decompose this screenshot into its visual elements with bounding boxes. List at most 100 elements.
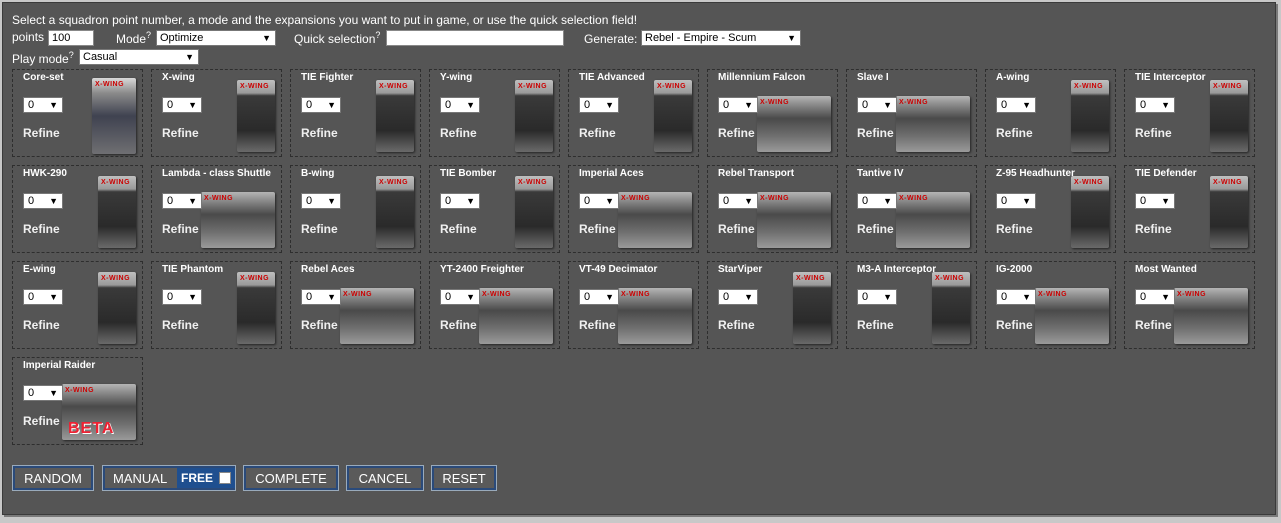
- expansion-quantity-select[interactable]: 0 ▼: [1135, 97, 1175, 113]
- expansion-title: E-wing: [23, 264, 56, 275]
- refine-link[interactable]: Refine: [301, 222, 338, 236]
- refine-link[interactable]: Refine: [23, 126, 60, 140]
- expansion-quantity-select[interactable]: 0 ▼: [301, 289, 341, 305]
- generate-select[interactable]: Rebel - Empire - Scum ▼: [641, 30, 801, 46]
- xwing-logo: X-WING: [621, 291, 651, 298]
- expansion-quantity-select[interactable]: 0 ▼: [23, 193, 63, 209]
- expansion-quantity-select[interactable]: 0 ▼: [579, 193, 619, 209]
- expansion-quantity-select[interactable]: 0 ▼: [301, 193, 341, 209]
- expansion-quantity-select[interactable]: 0 ▼: [301, 97, 341, 113]
- expansion-box-image: X-WING: [1174, 288, 1248, 344]
- expansion-quantity-select[interactable]: 0 ▼: [440, 289, 480, 305]
- chevron-down-icon: ▼: [188, 100, 197, 110]
- expansion-quantity-select[interactable]: 0 ▼: [857, 289, 897, 305]
- refine-link[interactable]: Refine: [301, 318, 338, 332]
- xwing-logo: X-WING: [1177, 291, 1207, 298]
- expansion-quantity-select[interactable]: 0 ▼: [718, 97, 758, 113]
- expansion-card: Tantive IV 0 ▼ Refine X-WING: [846, 165, 977, 253]
- expansion-title: YT-2400 Freighter: [440, 264, 524, 275]
- expansion-quantity-select[interactable]: 0 ▼: [718, 193, 758, 209]
- expansion-card: Lambda - class Shuttle 0 ▼ Refine X-WING: [151, 165, 282, 253]
- expansion-quantity-select[interactable]: 0 ▼: [996, 97, 1036, 113]
- expansion-box-image: X-WING: [1071, 176, 1109, 248]
- expansion-quantity-select[interactable]: 0 ▼: [440, 97, 480, 113]
- expansion-title: Rebel Transport: [718, 168, 795, 179]
- refine-link[interactable]: Refine: [857, 222, 894, 236]
- expansion-card: Core-set 0 ▼ Refine X-WING: [12, 69, 143, 157]
- mode-help-icon[interactable]: ?: [146, 30, 151, 40]
- expansion-quantity-select[interactable]: 0 ▼: [857, 97, 897, 113]
- expansion-quantity-select[interactable]: 0 ▼: [579, 289, 619, 305]
- quick-selection-help-icon[interactable]: ?: [375, 30, 380, 40]
- expansion-quantity-select[interactable]: 0 ▼: [996, 193, 1036, 209]
- refine-link[interactable]: Refine: [718, 222, 755, 236]
- expansion-quantity-select[interactable]: 0 ▼: [162, 289, 202, 305]
- refine-link[interactable]: Refine: [857, 126, 894, 140]
- refine-link[interactable]: Refine: [718, 126, 755, 140]
- refine-link[interactable]: Refine: [996, 126, 1033, 140]
- expansion-box-image: X-WING: [98, 272, 136, 344]
- xwing-logo: X-WING: [1074, 179, 1104, 186]
- refine-link[interactable]: Refine: [23, 414, 60, 428]
- complete-button[interactable]: COMPLETE: [243, 465, 339, 491]
- refine-link[interactable]: Refine: [301, 126, 338, 140]
- xwing-logo: X-WING: [518, 83, 548, 90]
- refine-link[interactable]: Refine: [440, 222, 477, 236]
- expansion-box-image: X-WING: [237, 272, 275, 344]
- quick-selection-input[interactable]: [386, 30, 564, 46]
- chevron-down-icon: ▼: [883, 196, 892, 206]
- expansion-quantity-select[interactable]: 0 ▼: [162, 193, 202, 209]
- refine-link[interactable]: Refine: [718, 318, 755, 332]
- free-toggle[interactable]: FREE: [177, 468, 235, 488]
- expansion-quantity-select[interactable]: 0 ▼: [1135, 193, 1175, 209]
- refine-link[interactable]: Refine: [440, 126, 477, 140]
- refine-link[interactable]: Refine: [1135, 222, 1172, 236]
- refine-link[interactable]: Refine: [162, 222, 199, 236]
- free-checkbox[interactable]: [219, 472, 231, 484]
- xwing-logo: X-WING: [343, 291, 373, 298]
- expansion-card: M3-A Interceptor 0 ▼ Refine X-WING: [846, 261, 977, 349]
- refine-link[interactable]: Refine: [162, 318, 199, 332]
- refine-link[interactable]: Refine: [996, 222, 1033, 236]
- play-mode-help-icon[interactable]: ?: [69, 50, 74, 60]
- expansion-quantity-select[interactable]: 0 ▼: [440, 193, 480, 209]
- cancel-button[interactable]: CANCEL: [346, 465, 424, 491]
- refine-link[interactable]: Refine: [579, 126, 616, 140]
- chevron-down-icon: ▼: [185, 52, 194, 62]
- refine-link[interactable]: Refine: [579, 318, 616, 332]
- expansion-quantity-select[interactable]: 0 ▼: [579, 97, 619, 113]
- instructions-text: Select a squadron point number, a mode a…: [12, 13, 638, 27]
- expansion-quantity-select[interactable]: 0 ▼: [718, 289, 758, 305]
- refine-link[interactable]: Refine: [857, 318, 894, 332]
- refine-link[interactable]: Refine: [23, 318, 60, 332]
- expansion-quantity-select[interactable]: 0 ▼: [23, 289, 63, 305]
- expansion-card: TIE Interceptor 0 ▼ Refine X-WING: [1124, 69, 1255, 157]
- expansion-quantity-select[interactable]: 0 ▼: [162, 97, 202, 113]
- points-input[interactable]: [48, 30, 94, 46]
- refine-link[interactable]: Refine: [162, 126, 199, 140]
- refine-link[interactable]: Refine: [1135, 318, 1172, 332]
- chevron-down-icon: ▼: [49, 196, 58, 206]
- expansion-quantity-select[interactable]: 0 ▼: [1135, 289, 1175, 305]
- expansion-quantity-select[interactable]: 0 ▼: [23, 97, 63, 113]
- xwing-logo: X-WING: [379, 179, 409, 186]
- reset-button[interactable]: RESET: [431, 465, 497, 491]
- refine-link[interactable]: Refine: [579, 222, 616, 236]
- expansion-card: TIE Fighter 0 ▼ Refine X-WING: [290, 69, 421, 157]
- expansion-quantity-select[interactable]: 0 ▼: [23, 385, 63, 401]
- refine-link[interactable]: Refine: [440, 318, 477, 332]
- random-button[interactable]: RANDOM: [12, 465, 94, 491]
- expansion-quantity-select[interactable]: 0 ▼: [857, 193, 897, 209]
- expansion-title: TIE Advanced: [579, 72, 645, 83]
- expansion-quantity-select[interactable]: 0 ▼: [996, 289, 1036, 305]
- mode-select[interactable]: Optimize ▼: [156, 30, 276, 46]
- chevron-down-icon: ▼: [1161, 196, 1170, 206]
- expansion-title: Imperial Raider: [23, 360, 96, 371]
- refine-link[interactable]: Refine: [23, 222, 60, 236]
- expansion-card: Y-wing 0 ▼ Refine X-WING: [429, 69, 560, 157]
- play-mode-select[interactable]: Casual ▼: [79, 49, 199, 65]
- chevron-down-icon: ▼: [188, 196, 197, 206]
- expansion-title: TIE Bomber: [440, 168, 497, 179]
- refine-link[interactable]: Refine: [996, 318, 1033, 332]
- refine-link[interactable]: Refine: [1135, 126, 1172, 140]
